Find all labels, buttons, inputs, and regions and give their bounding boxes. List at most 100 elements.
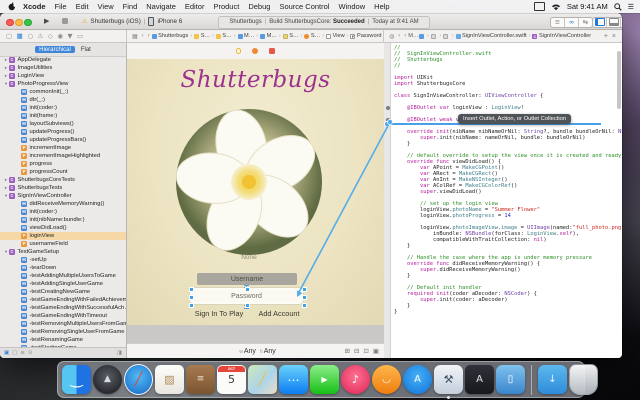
constraint-icon[interactable]: ▣	[373, 347, 379, 355]
related-items-icon[interactable]: ▦	[132, 33, 138, 40]
menu-xcode[interactable]: Xcode	[23, 2, 46, 11]
selection-handle[interactable]	[189, 303, 194, 308]
forward-button[interactable]: ›	[148, 33, 150, 39]
view-controller-icon[interactable]	[236, 48, 242, 54]
breadcrumb-segment[interactable]	[443, 34, 450, 39]
symbol-row[interactable]: ▾CSignInViewController	[0, 192, 126, 200]
symbol-row[interactable]: Minit(coder:)	[0, 104, 126, 112]
zoom-window-button[interactable]	[24, 19, 32, 27]
menu-editor[interactable]: Editor	[185, 2, 205, 11]
report-navigator[interactable]: ▭	[77, 32, 83, 40]
version-editor-button[interactable]: ⇆	[579, 18, 592, 27]
symbol-row[interactable]: M-testRenamingGame	[0, 336, 126, 344]
symbol-row[interactable]: M-testGameEndingWithSuccessfulAch…	[0, 304, 126, 312]
toggle-debug-area-button[interactable]	[607, 18, 621, 27]
symbol-row[interactable]: M-testRemovingMultipleUsersFromGame	[0, 320, 126, 328]
symbol-row[interactable]: M-testRemovingSingleUserFromGame	[0, 328, 126, 336]
editor-scrollbar[interactable]	[617, 51, 621, 109]
symbol-row[interactable]: M-tearDown	[0, 264, 126, 272]
toggle-inspectors-button[interactable]	[621, 18, 622, 27]
test-navigator[interactable]: ◇	[48, 32, 53, 40]
selection-handle[interactable]	[302, 295, 307, 300]
login-view[interactable]: Shutterbugs	[127, 59, 384, 325]
breadcrumb-segment[interactable]: M…	[238, 33, 255, 39]
issue-navigator[interactable]: ⚠	[37, 32, 43, 40]
symbol-row[interactable]: PincrementImageHighlighted	[0, 152, 126, 160]
symbol-row[interactable]: PprogressCount	[0, 168, 126, 176]
breadcrumb-segment[interactable]: View	[326, 33, 345, 39]
add-assistant-editor-button[interactable]: +	[604, 33, 608, 40]
assistant-related-icon[interactable]: ◍	[389, 33, 394, 40]
display-icon[interactable]	[534, 2, 545, 11]
constraint-icon[interactable]: ⊞	[344, 347, 349, 355]
symbol-row[interactable]: Mdtr(_:)	[0, 96, 126, 104]
constraint-icon[interactable]: ⊟	[354, 347, 359, 355]
wifi-icon[interactable]	[551, 3, 561, 11]
symbol-row[interactable]: MlayoutSubviews()	[0, 120, 126, 128]
tab-hierarchical[interactable]: Hierarchical	[35, 46, 75, 53]
symbol-row[interactable]: M-testGameEndingWithTimeout	[0, 312, 126, 320]
dock-icon-appstore[interactable]: A	[403, 365, 432, 394]
debug-navigator[interactable]: ◉	[57, 32, 63, 40]
dock-icon-trash[interactable]	[569, 365, 598, 394]
dock-icon-ibooks[interactable]: ◡	[372, 365, 401, 394]
dock-icon-safari[interactable]: ╱	[124, 365, 153, 394]
outlet-connector-icon[interactable]	[386, 106, 390, 110]
symbol-row[interactable]: ▸CAppDelegate	[0, 56, 126, 64]
assistant-jump-bar[interactable]: ◍ ‹ › M… ›››SignInViewController.swift›C…	[384, 30, 622, 42]
selection-handle[interactable]	[302, 303, 307, 308]
dock-icon-calendar[interactable]: 5OCT	[217, 365, 246, 394]
breadcrumb-segment[interactable]: M…	[260, 33, 277, 39]
interface-builder-jump-bar[interactable]: ▦ ‹ › Shutterbugs›S…›S…›M…›M…›S…›S…›View…	[127, 30, 384, 42]
menu-debug[interactable]: Debug	[248, 2, 270, 11]
breadcrumb-segment[interactable]: FPassword	[350, 33, 381, 39]
back-button[interactable]: ‹	[142, 33, 144, 39]
dock-icon-itunes[interactable]: ♪	[341, 365, 370, 394]
source-code[interactable]: //// SignInViewController.swift// Shutte…	[394, 45, 616, 315]
flower-photo[interactable]	[176, 109, 322, 255]
symbol-row[interactable]: Pprogress	[0, 160, 126, 168]
symbol-row[interactable]: ▸CImageUtilities	[0, 64, 126, 72]
menu-edit[interactable]: Edit	[76, 2, 89, 11]
dock-icon-contacts[interactable]: ≡	[186, 365, 215, 394]
menu-product[interactable]: Product	[213, 2, 239, 11]
symbol-row[interactable]: ▾CTestGameSetup	[0, 248, 126, 256]
project-navigator[interactable]: ▢	[6, 32, 12, 40]
dock-icon-finder[interactable]: ‿	[62, 365, 91, 394]
first-responder-icon[interactable]	[252, 48, 258, 54]
standard-editor-button[interactable]: ≡	[551, 18, 565, 27]
breadcrumb-segment[interactable]	[419, 34, 426, 39]
symbol-row[interactable]: PusernameField	[0, 240, 126, 248]
size-class-control[interactable]: wAny hAny	[235, 348, 276, 355]
menu-find[interactable]: Find	[123, 2, 138, 11]
symbol-row[interactable]: M-testGameEndingWithFailedAchievement	[0, 296, 126, 304]
dock-icon-messages[interactable]: ⋯	[279, 365, 308, 394]
close-window-button[interactable]	[6, 19, 14, 27]
username-field[interactable]: Username	[197, 273, 297, 285]
menu-file[interactable]: File	[55, 2, 67, 11]
dock-icon-launchpad[interactable]: ▲	[93, 365, 122, 394]
symbol-row[interactable]: PloginView	[0, 232, 126, 240]
assistant-editor-button[interactable]: ∞	[565, 18, 579, 27]
filter-icon[interactable]: ▢	[12, 350, 17, 356]
filter-icon[interactable]: ≡	[20, 350, 25, 356]
breadcrumb-segment[interactable]: S…	[304, 33, 320, 39]
symbol-row[interactable]: McommonInit(_:)	[0, 88, 126, 96]
stop-button[interactable]	[62, 18, 68, 24]
breadcrumb-segment[interactable]: CSignInViewController	[532, 33, 591, 39]
spotlight-icon[interactable]	[614, 3, 622, 11]
symbol-row[interactable]: M-setUp	[0, 256, 126, 264]
assistant-source-editor[interactable]: //// SignInViewController.swift// Shutte…	[384, 43, 622, 358]
add-account-button[interactable]: Add Account	[254, 309, 304, 318]
symbol-row[interactable]: M-testCreatingNewGame	[0, 288, 126, 296]
menu-source-control[interactable]: Source Control	[279, 2, 329, 11]
menu-view[interactable]: View	[98, 2, 114, 11]
symbol-row[interactable]: PincrementImage	[0, 144, 126, 152]
symbol-row[interactable]: MupdateProgress()	[0, 128, 126, 136]
exit-segue-icon[interactable]	[269, 48, 275, 54]
selection-handle[interactable]	[245, 287, 250, 292]
panel-toggle-icon[interactable]: ◨	[117, 350, 122, 356]
constraint-icon[interactable]: ⊡	[363, 347, 368, 355]
menu-help[interactable]: Help	[374, 2, 389, 11]
symbol-row[interactable]: M-testAddingSingleUserGame	[0, 280, 126, 288]
